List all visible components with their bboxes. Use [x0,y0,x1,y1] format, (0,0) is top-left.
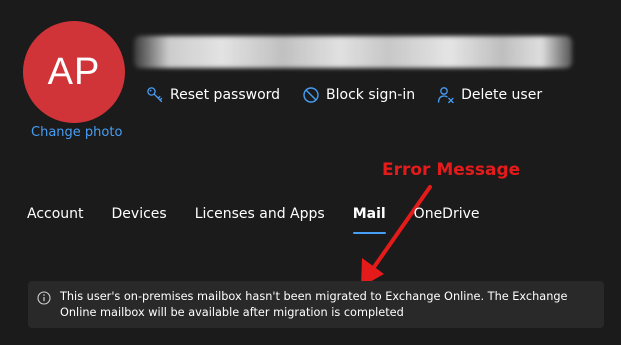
block-sign-in-button[interactable]: Block sign-in [302,86,415,104]
tab-bar: Account Devices Licenses and Apps Mail O… [27,206,480,234]
user-name-redacted [134,36,572,68]
reset-password-label: Reset password [170,87,281,103]
delete-user-label: Delete user [461,87,543,103]
block-sign-in-label: Block sign-in [326,87,416,103]
tab-mail[interactable]: Mail [352,206,386,234]
avatar: AP [23,21,125,123]
avatar-initials: AP [47,50,101,93]
tab-licenses-and-apps[interactable]: Licenses and Apps [195,206,325,234]
delete-user-icon [437,87,454,104]
info-icon [37,291,51,305]
delete-user-button[interactable]: Delete user [437,86,542,104]
tab-account[interactable]: Account [27,206,84,234]
tab-devices[interactable]: Devices [112,206,167,234]
key-icon [147,87,163,103]
tab-onedrive[interactable]: OneDrive [414,206,480,234]
annotation-error-label: Error Message [382,160,521,180]
reset-password-button[interactable]: Reset password [146,86,280,104]
info-message-bar: This user's on-premises mailbox hasn't b… [28,281,604,328]
change-photo-link[interactable]: Change photo [31,125,122,140]
block-icon [303,87,319,103]
user-actions-toolbar: Reset password Block sign-in Delete user [146,86,542,104]
info-message-text: This user's on-premises mailbox hasn't b… [60,290,568,319]
